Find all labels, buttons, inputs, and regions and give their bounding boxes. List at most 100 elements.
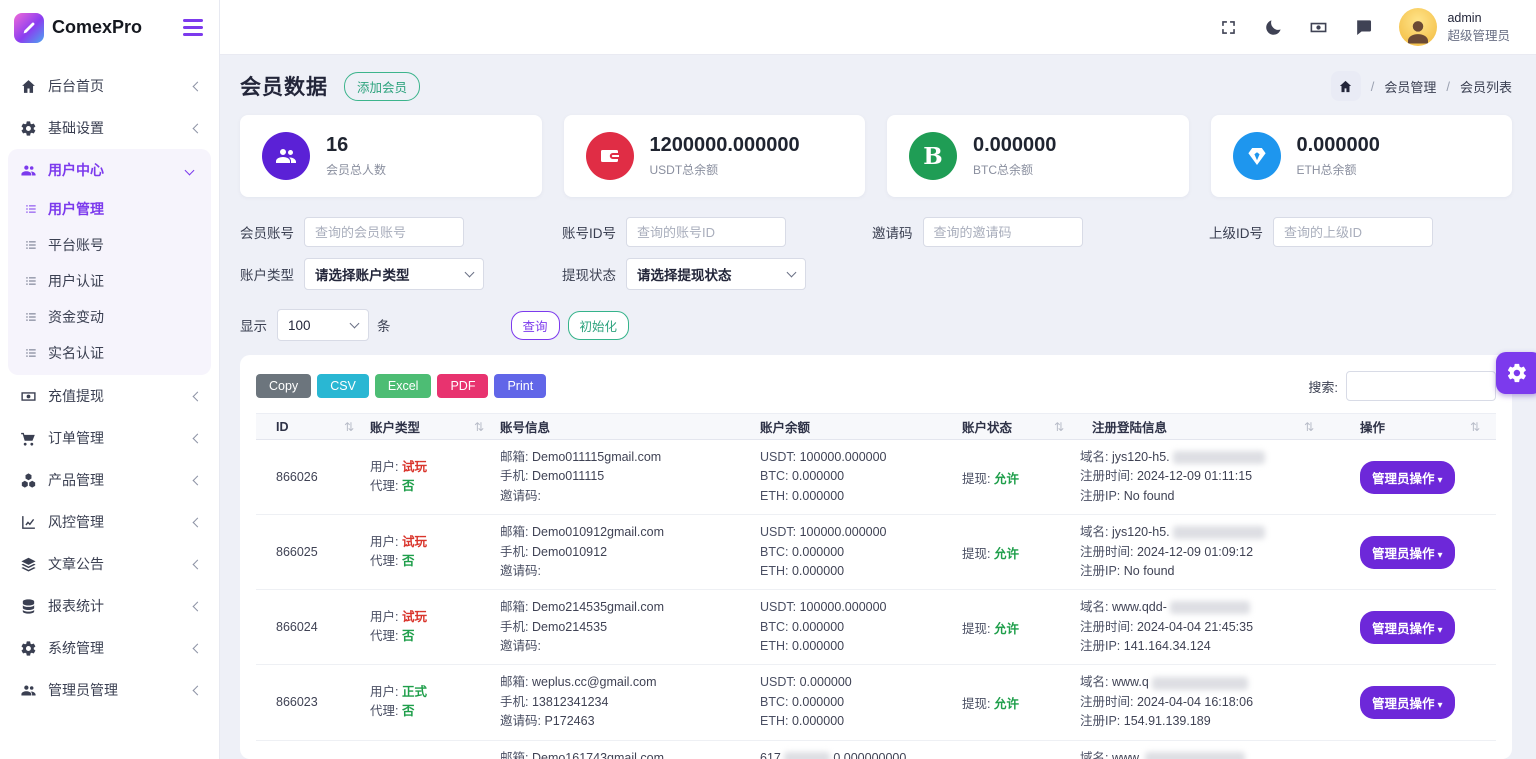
invite-code-input[interactable]: [923, 217, 1083, 247]
btc-balance: 0.000000: [792, 469, 844, 483]
brand-logo[interactable]: ComexPro: [14, 13, 142, 43]
user-type: 试玩: [402, 460, 427, 474]
eth-balance: 0.000000: [792, 714, 844, 728]
main-area: admin 超级管理员 会员数据 添加会员 / 会员管理 / 会员列表: [220, 0, 1536, 759]
page-size-suffix: 条: [377, 315, 391, 335]
withdraw-status-select[interactable]: 请选择提现状态: [626, 258, 806, 290]
query-button[interactable]: 查询: [511, 311, 560, 340]
dark-mode-moon-icon[interactable]: [1264, 18, 1283, 37]
pdf-button[interactable]: PDF: [437, 374, 488, 398]
print-button[interactable]: Print: [494, 374, 546, 398]
stat-card-usdt-balance: 1200000.000000 USDT总余额: [564, 115, 866, 197]
account-id-input[interactable]: [626, 217, 786, 247]
add-member-button[interactable]: 添加会员: [344, 72, 420, 101]
sidebar-item-user-management[interactable]: 用户管理: [8, 191, 211, 227]
header-id[interactable]: ID⇅: [256, 420, 370, 434]
admin-actions-button[interactable]: 管理员操作▾: [1360, 461, 1455, 494]
usdt-balance: 100000.000000: [800, 600, 887, 614]
sort-icon[interactable]: ⇅: [344, 420, 354, 434]
register-time: 2024-12-09 01:11:15: [1137, 469, 1252, 483]
usdt-balance: 100000.000000: [800, 525, 887, 539]
withdraw-status-label: 提现状态: [562, 264, 616, 284]
member-email: Demo010912gmail.com: [532, 525, 664, 539]
page-size-label: 显示: [240, 315, 267, 335]
stat-label: ETH总余额: [1297, 161, 1380, 178]
search-input[interactable]: [1346, 371, 1496, 401]
usdt-balance-partial: 617: [760, 751, 781, 759]
admin-profile[interactable]: admin 超级管理员: [1399, 8, 1510, 46]
admin-actions-button[interactable]: 管理员操作▾: [1360, 611, 1455, 644]
header-account-status[interactable]: 账户状态⇅: [950, 417, 1080, 436]
account-id-label: 账号ID号: [562, 222, 616, 242]
header-account-type[interactable]: 账户类型⇅: [370, 417, 500, 436]
table-row: 866025 用户: 试玩 代理: 否 邮箱: Demo010912gmail.…: [256, 515, 1496, 590]
sidebar-item-order-management[interactable]: 订单管理: [0, 417, 219, 459]
database-icon: [20, 598, 37, 615]
sidebar-item-user-verification[interactable]: 用户认证: [8, 263, 211, 299]
sidebar-item-product-management[interactable]: 产品管理: [0, 459, 219, 501]
sidebar-item-dashboard[interactable]: 后台首页: [0, 65, 219, 107]
sort-icon[interactable]: ⇅: [1054, 420, 1064, 434]
brand-name: ComexPro: [52, 17, 142, 38]
filter-row-2: 账户类型 请选择账户类型 提现状态 请选择提现状态: [240, 258, 1512, 290]
eth-balance: 0.000000: [792, 489, 844, 503]
sidebar-toggle-icon[interactable]: [183, 19, 203, 36]
settings-panel-toggle[interactable]: [1496, 352, 1536, 394]
sidebar-item-deposit-withdraw[interactable]: 充值提现: [0, 375, 219, 417]
sidebar: ComexPro 后台首页 基础设置 用户中心 用户管理: [0, 0, 220, 759]
member-email: Demo214535gmail.com: [532, 600, 664, 614]
register-domain: jys120-h5.: [1112, 450, 1170, 464]
chevron-left-icon: [193, 559, 203, 569]
page-size-select[interactable]: 100: [277, 309, 369, 341]
sidebar-item-basic-settings[interactable]: 基础设置: [0, 107, 219, 149]
register-domain: www.: [1112, 751, 1142, 759]
table-row: 866026 用户: 试玩 代理: 否 邮箱: Demo011115gmail.…: [256, 440, 1496, 515]
admin-actions-button[interactable]: 管理员操作▾: [1360, 686, 1455, 719]
table-toolbar: Copy CSV Excel PDF Print 搜索:: [256, 371, 1496, 401]
agent-flag: 否: [402, 554, 415, 568]
sidebar-item-admin-management[interactable]: 管理员管理: [0, 669, 219, 711]
stat-card-total-members: 16 会员总人数: [240, 115, 542, 197]
list-icon: [24, 238, 38, 252]
blurred-text: [1170, 601, 1250, 614]
sidebar-item-fund-changes[interactable]: 资金变动: [8, 299, 211, 335]
excel-button[interactable]: Excel: [375, 374, 432, 398]
member-email: Demo011115gmail.com: [532, 450, 661, 464]
sidebar-item-platform-accounts[interactable]: 平台账号: [8, 227, 211, 263]
reset-button[interactable]: 初始化: [568, 311, 630, 340]
sidebar-item-realname-verification[interactable]: 实名认证: [8, 335, 211, 371]
admin-actions-button[interactable]: 管理员操作▾: [1360, 536, 1455, 569]
header-account-balance[interactable]: 账户余额: [760, 417, 950, 436]
header-register-info[interactable]: 注册登陆信息⇅: [1080, 417, 1330, 436]
sort-icon[interactable]: ⇅: [1470, 420, 1480, 434]
sort-icon[interactable]: ⇅: [474, 420, 484, 434]
sidebar-item-report-statistics[interactable]: 报表统计: [0, 585, 219, 627]
agent-flag: 否: [402, 479, 415, 493]
sidebar-item-risk-management[interactable]: 风控管理: [0, 501, 219, 543]
breadcrumb-member-management[interactable]: 会员管理: [1384, 77, 1436, 96]
stat-label: 会员总人数: [326, 161, 386, 178]
copy-button[interactable]: Copy: [256, 374, 311, 398]
chat-icon[interactable]: [1354, 18, 1373, 37]
blurred-text: [1152, 677, 1248, 690]
member-account-input[interactable]: [304, 217, 464, 247]
breadcrumb-member-list[interactable]: 会员列表: [1460, 77, 1512, 96]
header-account-info[interactable]: 账号信息: [500, 417, 760, 436]
gear-icon: [20, 640, 37, 657]
account-type-select[interactable]: 请选择账户类型: [304, 258, 484, 290]
agent-flag: 否: [402, 704, 415, 718]
fullscreen-icon[interactable]: [1219, 18, 1238, 37]
sidebar-item-user-center[interactable]: 用户中心: [8, 149, 211, 191]
sidebar-item-article-announcements[interactable]: 文章公告: [0, 543, 219, 585]
csv-button[interactable]: CSV: [317, 374, 369, 398]
btc-balance: 0.000000: [792, 620, 844, 634]
sidebar-item-system-management[interactable]: 系统管理: [0, 627, 219, 669]
money-icon[interactable]: [1309, 18, 1328, 37]
parent-id-input[interactable]: [1273, 217, 1433, 247]
breadcrumb-home-icon[interactable]: [1331, 71, 1361, 101]
sort-icon[interactable]: ⇅: [1304, 420, 1314, 434]
breadcrumb-separator: /: [1446, 79, 1450, 94]
header-actions[interactable]: 操作⇅: [1330, 417, 1496, 436]
register-ip: 154.91.139.189: [1124, 714, 1211, 728]
blurred-text: [784, 752, 830, 759]
